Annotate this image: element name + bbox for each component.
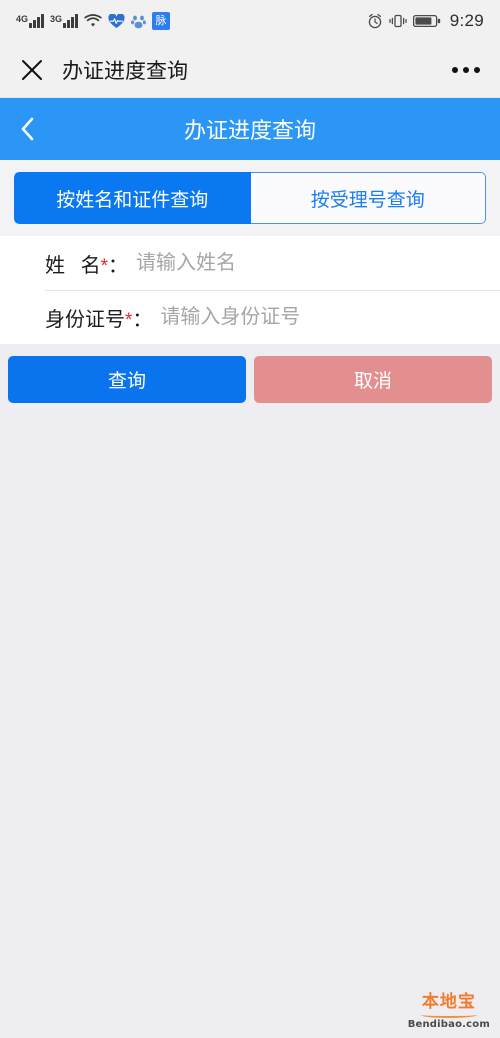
signal-3g-label: 3G: [50, 14, 63, 24]
query-form: 姓名*： 身份证号*：: [0, 236, 500, 344]
back-chevron-icon[interactable]: [0, 115, 56, 143]
app-badge-icon: 脉: [152, 12, 170, 30]
field-idcard-colon: ：: [132, 308, 153, 331]
field-name-label-tail: 名: [80, 254, 101, 277]
signal-4g-label: 4G: [16, 14, 29, 24]
field-idcard-label-main: 身份证号: [45, 308, 125, 331]
signal-4g-icon: 4G: [16, 14, 44, 28]
field-name-colon: ：: [108, 254, 129, 277]
tabs-container: 按姓名和证件查询 按受理号查询: [0, 160, 500, 236]
field-idcard-row: 身份证号 *：: [0, 290, 500, 344]
idcard-input[interactable]: [160, 305, 500, 329]
field-name-row: 姓名 *：: [0, 236, 500, 290]
wechat-page-title: 办证进度查询: [62, 59, 188, 83]
cancel-button[interactable]: 取消: [254, 356, 492, 403]
action-buttons: 查询 取消: [0, 344, 500, 415]
status-bar-right: 9:29: [367, 11, 484, 31]
watermark-en-text: Bendibao.com: [407, 1019, 490, 1030]
vibrate-icon: [389, 13, 407, 29]
segmented-control: 按姓名和证件查询 按受理号查询: [14, 172, 486, 224]
status-bar-clock: 9:29: [449, 11, 484, 30]
tab-query-by-receipt[interactable]: 按受理号查询: [250, 172, 486, 224]
tab-query-by-receipt-label: 按受理号查询: [310, 189, 425, 211]
status-bar-left: 4G 3G 脉: [16, 12, 170, 30]
watermark: 本地宝 Bendibao.com: [408, 994, 490, 1030]
watermark-swoosh-icon: [420, 1012, 477, 1018]
tab-query-by-name[interactable]: 按姓名和证件查询: [14, 172, 251, 224]
heart-icon: [108, 13, 125, 29]
name-input[interactable]: [136, 251, 500, 275]
field-idcard-required-mark: *: [125, 309, 133, 331]
field-name-required-mark: *: [100, 255, 109, 277]
tab-query-by-name-label: 按姓名和证件查询: [56, 189, 209, 211]
watermark-cn-text: 本地宝: [421, 992, 476, 1012]
field-name-label-main: 姓: [45, 254, 81, 277]
phone-screen: 4G 3G 脉 9:29 办证进度查询 办证进度查询 按姓名和证件查询 按受理号…: [0, 0, 500, 1038]
field-idcard-label: 身份证号 *：: [45, 303, 152, 332]
wechat-header: 办证进度查询: [0, 42, 500, 98]
alarm-icon: [367, 13, 383, 29]
navbar-title: 办证进度查询: [183, 118, 316, 143]
more-options-icon[interactable]: [452, 66, 480, 73]
signal-3g-icon: 3G: [50, 14, 78, 28]
query-button[interactable]: 查询: [8, 356, 246, 403]
battery-icon: [412, 14, 441, 28]
field-name-label: 姓名 *：: [45, 249, 128, 278]
wifi-icon: [84, 14, 102, 28]
close-icon[interactable]: [20, 58, 44, 82]
paw-icon: [131, 14, 146, 29]
status-bar: 4G 3G 脉 9:29: [0, 0, 500, 42]
app-navbar: 办证进度查询: [0, 98, 500, 160]
